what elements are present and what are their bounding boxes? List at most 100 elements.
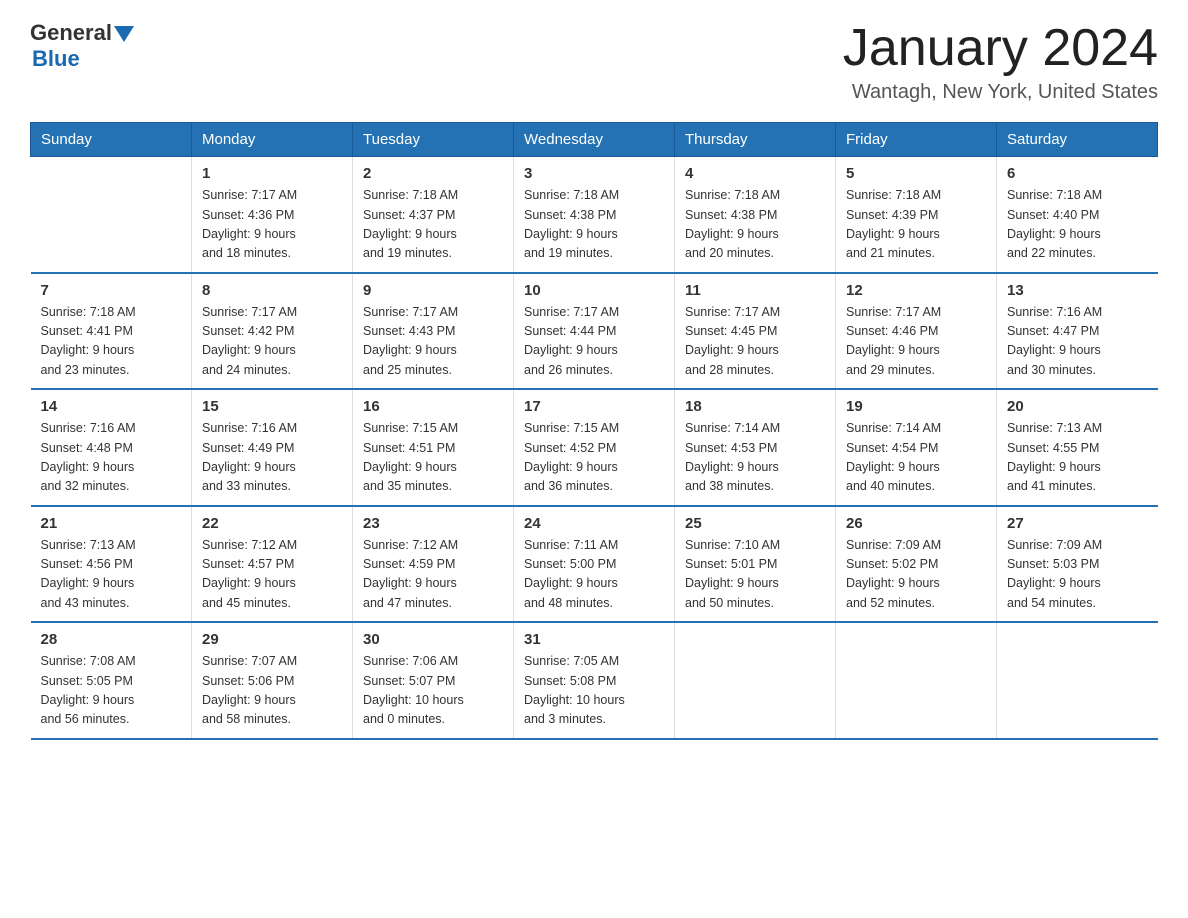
calendar-cell: 8 Sunrise: 7:17 AM Sunset: 4:42 PM Daylig… [192,273,353,390]
weekday-header-wednesday: Wednesday [514,123,675,157]
calendar-cell: 19 Sunrise: 7:14 AM Sunset: 4:54 PM Dayli… [836,389,997,506]
calendar-cell: 2 Sunrise: 7:18 AM Sunset: 4:37 PM Daylig… [353,157,514,273]
day-info: Sunrise: 7:18 AM Sunset: 4:38 PM Dayligh… [524,186,664,264]
weekday-header-thursday: Thursday [675,123,836,157]
day-info: Sunrise: 7:16 AM Sunset: 4:48 PM Dayligh… [41,419,182,497]
calendar-week-row: 1 Sunrise: 7:17 AM Sunset: 4:36 PM Daylig… [31,157,1158,273]
calendar-cell: 10 Sunrise: 7:17 AM Sunset: 4:44 PM Dayli… [514,273,675,390]
day-info: Sunrise: 7:18 AM Sunset: 4:40 PM Dayligh… [1007,186,1148,264]
calendar-cell: 5 Sunrise: 7:18 AM Sunset: 4:39 PM Daylig… [836,157,997,273]
calendar-cell: 26 Sunrise: 7:09 AM Sunset: 5:02 PM Dayli… [836,506,997,623]
day-info: Sunrise: 7:07 AM Sunset: 5:06 PM Dayligh… [202,652,342,730]
calendar-cell: 3 Sunrise: 7:18 AM Sunset: 4:38 PM Daylig… [514,157,675,273]
weekday-header-friday: Friday [836,123,997,157]
day-info: Sunrise: 7:15 AM Sunset: 4:51 PM Dayligh… [363,419,503,497]
title-block: January 2024 Wantagh, New York, United S… [843,20,1158,104]
day-info: Sunrise: 7:09 AM Sunset: 5:02 PM Dayligh… [846,536,986,614]
day-info: Sunrise: 7:06 AM Sunset: 5:07 PM Dayligh… [363,652,503,730]
day-number: 10 [524,282,664,299]
page-header: General Blue January 2024 Wantagh, New Y… [30,20,1158,104]
day-number: 2 [363,165,503,182]
weekday-header-row: SundayMondayTuesdayWednesdayThursdayFrid… [31,123,1158,157]
day-number: 12 [846,282,986,299]
calendar-cell: 6 Sunrise: 7:18 AM Sunset: 4:40 PM Daylig… [997,157,1158,273]
day-number: 27 [1007,515,1148,532]
day-info: Sunrise: 7:12 AM Sunset: 4:59 PM Dayligh… [363,536,503,614]
calendar-cell: 15 Sunrise: 7:16 AM Sunset: 4:49 PM Dayli… [192,389,353,506]
calendar-cell: 12 Sunrise: 7:17 AM Sunset: 4:46 PM Dayli… [836,273,997,390]
day-number: 15 [202,398,342,415]
calendar-cell: 21 Sunrise: 7:13 AM Sunset: 4:56 PM Dayli… [31,506,192,623]
day-info: Sunrise: 7:09 AM Sunset: 5:03 PM Dayligh… [1007,536,1148,614]
calendar-cell: 14 Sunrise: 7:16 AM Sunset: 4:48 PM Dayli… [31,389,192,506]
day-number: 29 [202,631,342,648]
day-info: Sunrise: 7:17 AM Sunset: 4:42 PM Dayligh… [202,303,342,381]
day-info: Sunrise: 7:15 AM Sunset: 4:52 PM Dayligh… [524,419,664,497]
location-subtitle: Wantagh, New York, United States [843,81,1158,104]
day-number: 11 [685,282,825,299]
calendar-cell: 30Sunrise: 7:06 AM Sunset: 5:07 PM Dayli… [353,622,514,739]
day-info: Sunrise: 7:18 AM Sunset: 4:41 PM Dayligh… [41,303,182,381]
calendar-table: SundayMondayTuesdayWednesdayThursdayFrid… [30,122,1158,740]
day-number: 25 [685,515,825,532]
day-number: 31 [524,631,664,648]
calendar-cell [31,157,192,273]
logo: General Blue [30,20,134,72]
day-info: Sunrise: 7:13 AM Sunset: 4:56 PM Dayligh… [41,536,182,614]
day-number: 13 [1007,282,1148,299]
day-number: 26 [846,515,986,532]
logo-blue-text: Blue [32,46,80,72]
day-number: 20 [1007,398,1148,415]
logo-triangle-icon [114,26,134,42]
day-number: 14 [41,398,182,415]
day-info: Sunrise: 7:18 AM Sunset: 4:37 PM Dayligh… [363,186,503,264]
day-info: Sunrise: 7:17 AM Sunset: 4:43 PM Dayligh… [363,303,503,381]
calendar-cell [997,622,1158,739]
calendar-cell: 20 Sunrise: 7:13 AM Sunset: 4:55 PM Dayli… [997,389,1158,506]
day-info: Sunrise: 7:05 AM Sunset: 5:08 PM Dayligh… [524,652,664,730]
day-number: 5 [846,165,986,182]
calendar-week-row: 21 Sunrise: 7:13 AM Sunset: 4:56 PM Dayli… [31,506,1158,623]
day-number: 9 [363,282,503,299]
calendar-cell: 18 Sunrise: 7:14 AM Sunset: 4:53 PM Dayli… [675,389,836,506]
day-number: 1 [202,165,342,182]
day-number: 6 [1007,165,1148,182]
calendar-cell: 7 Sunrise: 7:18 AM Sunset: 4:41 PM Daylig… [31,273,192,390]
weekday-header-sunday: Sunday [31,123,192,157]
calendar-cell: 16Sunrise: 7:15 AM Sunset: 4:51 PM Dayli… [353,389,514,506]
logo-general-text: General [30,20,112,46]
day-info: Sunrise: 7:16 AM Sunset: 4:47 PM Dayligh… [1007,303,1148,381]
day-number: 18 [685,398,825,415]
day-number: 21 [41,515,182,532]
day-info: Sunrise: 7:14 AM Sunset: 4:53 PM Dayligh… [685,419,825,497]
day-number: 23 [363,515,503,532]
day-info: Sunrise: 7:14 AM Sunset: 4:54 PM Dayligh… [846,419,986,497]
day-number: 19 [846,398,986,415]
calendar-cell: 17 Sunrise: 7:15 AM Sunset: 4:52 PM Dayli… [514,389,675,506]
calendar-cell: 22 Sunrise: 7:12 AM Sunset: 4:57 PM Dayli… [192,506,353,623]
day-number: 7 [41,282,182,299]
day-info: Sunrise: 7:16 AM Sunset: 4:49 PM Dayligh… [202,419,342,497]
day-info: Sunrise: 7:13 AM Sunset: 4:55 PM Dayligh… [1007,419,1148,497]
day-number: 4 [685,165,825,182]
weekday-header-tuesday: Tuesday [353,123,514,157]
day-info: Sunrise: 7:12 AM Sunset: 4:57 PM Dayligh… [202,536,342,614]
day-info: Sunrise: 7:17 AM Sunset: 4:46 PM Dayligh… [846,303,986,381]
day-number: 8 [202,282,342,299]
calendar-cell: 23 Sunrise: 7:12 AM Sunset: 4:59 PM Dayli… [353,506,514,623]
calendar-cell: 1 Sunrise: 7:17 AM Sunset: 4:36 PM Daylig… [192,157,353,273]
day-info: Sunrise: 7:17 AM Sunset: 4:36 PM Dayligh… [202,186,342,264]
calendar-cell: 24Sunrise: 7:11 AM Sunset: 5:00 PM Dayli… [514,506,675,623]
calendar-week-row: 14 Sunrise: 7:16 AM Sunset: 4:48 PM Dayli… [31,389,1158,506]
calendar-cell: 25Sunrise: 7:10 AM Sunset: 5:01 PM Dayli… [675,506,836,623]
day-number: 17 [524,398,664,415]
day-number: 22 [202,515,342,532]
calendar-cell: 4Sunrise: 7:18 AM Sunset: 4:38 PM Daylig… [675,157,836,273]
day-info: Sunrise: 7:17 AM Sunset: 4:45 PM Dayligh… [685,303,825,381]
day-info: Sunrise: 7:17 AM Sunset: 4:44 PM Dayligh… [524,303,664,381]
calendar-cell: 31 Sunrise: 7:05 AM Sunset: 5:08 PM Dayli… [514,622,675,739]
day-info: Sunrise: 7:18 AM Sunset: 4:39 PM Dayligh… [846,186,986,264]
calendar-week-row: 7 Sunrise: 7:18 AM Sunset: 4:41 PM Daylig… [31,273,1158,390]
day-number: 3 [524,165,664,182]
calendar-cell: 9 Sunrise: 7:17 AM Sunset: 4:43 PM Daylig… [353,273,514,390]
